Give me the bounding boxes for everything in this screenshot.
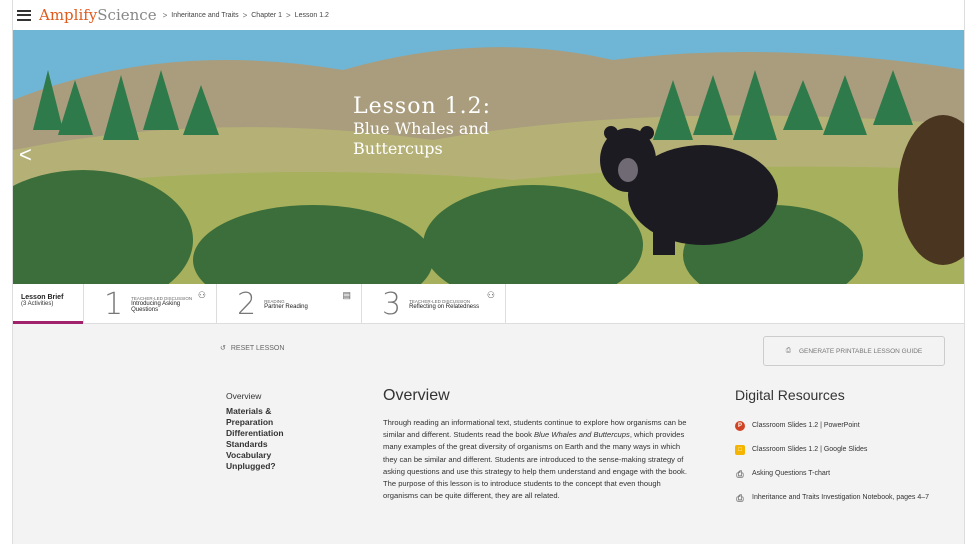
resource-label: Classroom Slides 1.2 | Google Slides xyxy=(752,446,868,453)
activity-tabs: Lesson Brief (3 Activities) 1 TEACHER-LE… xyxy=(13,284,964,324)
lesson-name-line-1: Blue Whales and xyxy=(353,119,489,138)
top-bar: AmplifyScience > Inheritance and Traits … xyxy=(13,0,964,30)
lesson-name-line-2: Buttercups xyxy=(353,139,443,158)
print-icon: ⎙ xyxy=(785,347,791,354)
breadcrumb-separator: > xyxy=(286,10,291,20)
breadcrumb-separator: > xyxy=(242,10,248,20)
resource-label: Asking Questions T-chart xyxy=(752,470,831,477)
resource-powerpoint[interactable]: P Classroom Slides 1.2 | PowerPoint xyxy=(735,421,955,431)
generate-lesson-guide-label: GENERATE PRINTABLE LESSON GUIDE xyxy=(798,347,923,355)
menu-icon[interactable] xyxy=(17,9,31,21)
resource-t-chart[interactable]: ⎙ Asking Questions T-chart xyxy=(735,469,955,479)
nav-materials[interactable]: Materials & xyxy=(226,406,284,417)
breadcrumb-lesson: Lesson 1.2 xyxy=(294,11,329,19)
tab-lesson-brief-label: Lesson Brief xyxy=(21,294,64,301)
app-frame: AmplifyScience > Inheritance and Traits … xyxy=(12,0,965,544)
nav-unplugged[interactable]: Unplugged? xyxy=(226,461,284,472)
activity-number: 2 xyxy=(237,286,257,322)
reset-lesson-label: RESET LESSON xyxy=(230,344,285,352)
reset-icon: ↺ xyxy=(220,345,226,352)
overview-heading: Overview xyxy=(383,387,450,404)
activity-name-line-2: Questions xyxy=(131,306,159,313)
activity-name: Partner Reading xyxy=(264,303,308,310)
breadcrumb-chapter[interactable]: Chapter 1 xyxy=(251,12,282,19)
breadcrumb-separator: > xyxy=(162,10,168,20)
tab-lesson-brief-sub: (3 Activities) xyxy=(21,301,54,307)
overview-section: Overview Through reading an informationa… xyxy=(383,387,688,502)
tab-activity-1[interactable]: 1 TEACHER-LED DISCUSSION Introducing Ask… xyxy=(83,284,216,324)
resource-google-slides[interactable]: □ Classroom Slides 1.2 | Google Slides xyxy=(735,445,955,455)
book-title: Blue Whales and Buttercups xyxy=(533,430,630,440)
activity-number: 1 xyxy=(104,286,124,322)
lesson-number: Lesson 1.2: xyxy=(353,94,492,119)
activity-name: Reflecting on Relatedness xyxy=(409,303,480,310)
lesson-hero-banner: < Lesson 1.2: Blue Whales and Buttercups xyxy=(13,30,964,284)
amplify-science-logo[interactable]: AmplifyScience xyxy=(39,6,157,24)
powerpoint-icon: P xyxy=(735,421,745,431)
overview-text: Through reading an informational text, s… xyxy=(383,418,687,501)
nav-overview[interactable]: Overview xyxy=(226,391,284,402)
digital-resources: Digital Resources P Classroom Slides 1.2… xyxy=(735,387,955,517)
lesson-title: Lesson 1.2: Blue Whales and Buttercups xyxy=(353,94,491,159)
breadcrumb-unit[interactable]: Inheritance and Traits xyxy=(171,12,238,19)
resource-notebook[interactable]: ⎙ Inheritance and Traits Investigation N… xyxy=(735,493,955,503)
print-icon: ⎙ xyxy=(736,468,744,479)
nav-differentiation[interactable]: Differentiation xyxy=(226,428,284,439)
print-icon: ⎙ xyxy=(736,492,744,503)
google-slides-icon: □ xyxy=(735,445,745,455)
resource-label: Classroom Slides 1.2 | PowerPoint xyxy=(752,422,860,429)
resource-label: Inheritance and Traits Investigation Not… xyxy=(752,494,930,501)
nav-standards[interactable]: Standards xyxy=(226,439,284,450)
reset-lesson-button[interactable]: ↺ RESET LESSON xyxy=(220,344,285,353)
discussion-icon: ⚇ xyxy=(486,290,495,300)
lesson-actions: ↺ RESET LESSON ⎙ GENERATE PRINTABLE LESS… xyxy=(13,324,964,384)
activity-number: 3 xyxy=(382,286,402,322)
book-icon: ▤ xyxy=(342,290,351,300)
nav-preparation[interactable]: Preparation xyxy=(226,417,284,428)
discussion-icon: ⚇ xyxy=(197,290,206,300)
previous-lesson-chevron-icon[interactable]: < xyxy=(19,142,32,168)
generate-lesson-guide-button[interactable]: ⎙ GENERATE PRINTABLE LESSON GUIDE xyxy=(763,336,945,366)
tab-activity-2[interactable]: 2 READING Partner Reading ▤ xyxy=(216,284,361,324)
activity-kind: TEACHER-LED DISCUSSION xyxy=(131,295,193,301)
digital-resources-heading: Digital Resources xyxy=(735,387,845,403)
lesson-section-nav: Overview Materials & Preparation Differe… xyxy=(226,391,284,472)
nav-vocabulary[interactable]: Vocabulary xyxy=(226,450,284,461)
breadcrumb: > Inheritance and Traits > Chapter 1 > L… xyxy=(163,11,329,20)
tab-lesson-brief[interactable]: Lesson Brief (3 Activities) xyxy=(13,284,83,324)
activity-kind: TEACHER-LED DISCUSSION xyxy=(409,298,471,304)
tab-activity-3[interactable]: 3 TEACHER-LED DISCUSSION Reflecting on R… xyxy=(361,284,506,324)
